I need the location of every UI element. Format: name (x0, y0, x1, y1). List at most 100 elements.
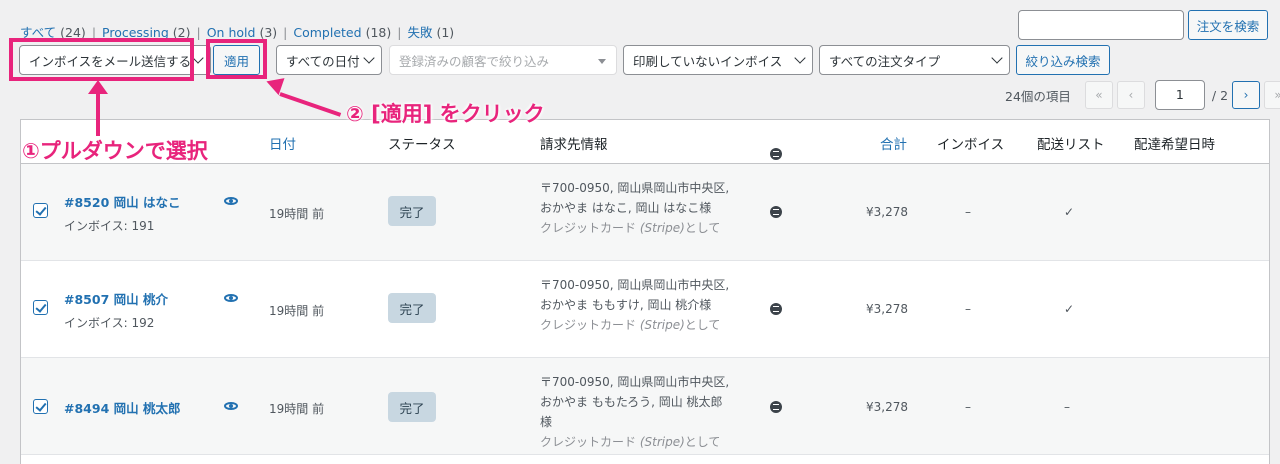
status-badge: 完了 (388, 196, 436, 226)
filter-button[interactable]: 絞り込み検索 (1016, 45, 1110, 75)
customer-filter-select[interactable]: 登録済みの顧客で絞り込み (389, 45, 617, 75)
next-page-button[interactable]: › (1232, 81, 1261, 109)
shipping-list-status: ✓ (1064, 205, 1075, 219)
status-badge: 完了 (388, 392, 436, 422)
filter-completed-label[interactable]: Completed (293, 25, 361, 40)
shipping-icon (770, 148, 782, 160)
arrow-diagonal-shaft (279, 92, 342, 117)
row-checkbox[interactable] (33, 203, 48, 218)
order-date: 19時間 前 (269, 304, 325, 318)
order-date: 19時間 前 (269, 402, 325, 416)
column-delivery-time: 配達希望日時 (1134, 137, 1215, 153)
payment-gateway: (Stripe) (639, 318, 685, 332)
column-total[interactable]: 合計 (880, 137, 907, 153)
table-row[interactable]: #8520 岡山 はなこ インボイス: 191 19時間 前 完了 〒700-0… (21, 164, 1269, 261)
orders-table: 日付 ステータス 請求先情報 合計 インボイス 配送リスト 配達希望日時 #85… (20, 119, 1270, 464)
invoice-status: – (965, 400, 971, 414)
filter-failed[interactable]: 失敗 (1) (407, 25, 454, 40)
last-page-button[interactable]: » (1264, 81, 1280, 109)
current-page-input[interactable]: 1 (1154, 80, 1205, 110)
search-orders-button[interactable]: 注文を検索 (1188, 10, 1268, 40)
column-shipping-list: 配送リスト (1037, 137, 1105, 153)
filter-completed-count: (18) (365, 25, 392, 40)
order-type-filter-select[interactable]: すべての注文タイプ (819, 45, 1010, 75)
order-total: ¥3,278 (866, 205, 908, 219)
chevron-down-icon (991, 52, 1003, 64)
order-total: ¥3,278 (866, 400, 908, 414)
column-billing: 請求先情報 (540, 137, 608, 153)
shipping-icon (770, 303, 782, 315)
row-checkbox[interactable] (33, 399, 48, 414)
print-filter-value: 印刷していないインボイス (633, 53, 783, 69)
order-link[interactable]: #8507 岡山 桃介 (64, 289, 168, 308)
order-link[interactable]: #8520 岡山 はなこ (64, 192, 180, 211)
chevron-down-icon (192, 52, 204, 64)
filter-failed-label[interactable]: 失敗 (407, 25, 432, 40)
eye-icon[interactable] (224, 197, 238, 205)
apply-button-highlight (206, 39, 267, 79)
caret-down-icon (598, 59, 606, 64)
order-link[interactable]: #8494 岡山 桃太郎 (64, 398, 180, 417)
filter-completed[interactable]: Completed (18) (293, 25, 391, 40)
table-row[interactable]: #8494 岡山 桃太郎 19時間 前 完了 〒700-0950, 岡山県岡山市… (21, 358, 1269, 455)
filter-on-hold[interactable]: On hold (3) (207, 25, 277, 40)
order-total: ¥3,278 (866, 302, 908, 316)
bulk-action-highlight (9, 38, 194, 81)
invoice-status: – (965, 205, 971, 219)
order-search-input[interactable] (1018, 10, 1184, 40)
items-count: 24個の項目 (1005, 88, 1071, 104)
table-header: 日付 ステータス 請求先情報 合計 インボイス 配送リスト 配達希望日時 (21, 120, 1269, 164)
payment-label: クレジットカード (540, 435, 637, 449)
payment-gateway: (Stripe) (639, 221, 685, 235)
column-date[interactable]: 日付 (269, 137, 296, 153)
column-shipping-icon (770, 135, 782, 160)
payment-label: クレジットカード (540, 221, 637, 235)
payment-suffix: として (684, 435, 721, 449)
invoice-status: – (965, 302, 971, 316)
customer-filter-placeholder: 登録済みの顧客で絞り込み (399, 53, 550, 69)
status-badge: 完了 (388, 293, 436, 323)
payment-suffix: として (684, 221, 721, 235)
total-pages: / 2 (1211, 87, 1229, 103)
arrow-up-shaft (96, 92, 100, 136)
step1-callout: ①プルダウンで選択 (22, 139, 208, 163)
shipping-list-status: – (1064, 400, 1070, 414)
invoice-number: インボイス: 192 (64, 316, 155, 330)
billing-info: 〒700-0950, 岡山県岡山市中央区, おかやま はなこ, 岡山 はなこ様 … (540, 178, 730, 238)
order-type-filter-value: すべての注文タイプ (829, 53, 941, 69)
column-invoice: インボイス (937, 137, 1005, 153)
date-filter-value: すべての日付 (286, 53, 360, 69)
chevron-down-icon (794, 52, 806, 64)
payment-suffix: として (684, 318, 721, 332)
column-status: ステータス (388, 137, 456, 153)
row-checkbox[interactable] (33, 300, 48, 315)
print-filter-select[interactable]: 印刷していないインボイス (623, 45, 813, 75)
billing-address: 〒700-0950, 岡山県岡山市中央区, おかやま ももすけ, 岡山 桃介様 (540, 278, 730, 312)
separator: | (196, 25, 201, 40)
first-page-button[interactable]: « (1084, 81, 1113, 109)
billing-info: 〒700-0950, 岡山県岡山市中央区, おかやま ももすけ, 岡山 桃介様 … (540, 275, 730, 335)
eye-icon[interactable] (224, 294, 238, 302)
payment-gateway: (Stripe) (639, 435, 685, 449)
table-row[interactable]: #8507 岡山 桃介 インボイス: 192 19時間 前 完了 〒700-09… (21, 261, 1269, 358)
date-filter-select[interactable]: すべての日付 (276, 45, 382, 75)
pagination: 24個の項目 « ‹ 1 / 2 › » (1005, 80, 1280, 110)
shipping-icon (770, 401, 782, 413)
separator: | (397, 25, 402, 40)
billing-address: 〒700-0950, 岡山県岡山市中央区, おかやま はなこ, 岡山 はなこ様 (540, 181, 730, 215)
order-date: 19時間 前 (269, 207, 325, 221)
step2-callout: ② [適用] をクリック (346, 102, 545, 126)
payment-method: クレジットカード (Stripe)として (540, 315, 730, 335)
payment-method: クレジットカード (Stripe)として (540, 432, 730, 452)
separator: | (283, 25, 288, 40)
invoice-number: インボイス: 191 (64, 219, 155, 233)
arrow-up-head-icon (88, 80, 108, 94)
eye-icon[interactable] (224, 402, 238, 410)
prev-page-button[interactable]: ‹ (1116, 81, 1145, 109)
shipping-icon (770, 206, 782, 218)
payment-label: クレジットカード (540, 318, 637, 332)
shipping-list-status: ✓ (1064, 302, 1075, 316)
filter-failed-count: (1) (436, 25, 455, 40)
filter-on-hold-label[interactable]: On hold (207, 25, 256, 40)
chevron-down-icon (363, 52, 375, 64)
